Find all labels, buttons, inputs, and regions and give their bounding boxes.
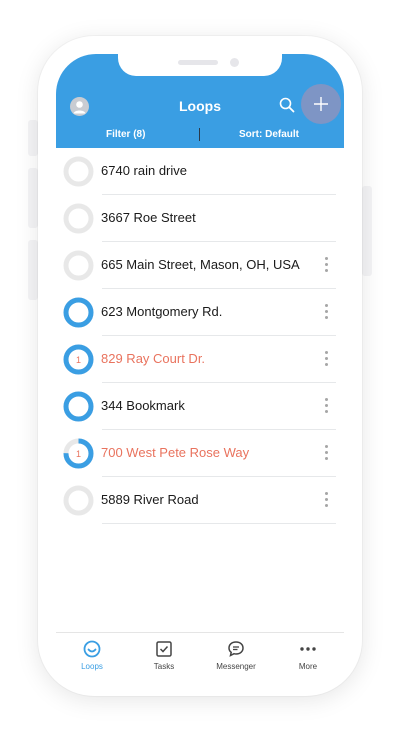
add-loop-button[interactable] (301, 84, 341, 124)
bottom-tab-bar: Loops Tasks Messenger More (56, 632, 344, 678)
loop-row[interactable]: 3667 Roe Street (56, 195, 344, 242)
loop-name: 700 West Pete Rose Way (101, 445, 250, 460)
front-camera (230, 58, 239, 67)
loop-name: 3667 Roe Street (101, 210, 196, 225)
more-options-icon[interactable] (322, 445, 330, 463)
loop-row[interactable]: 665 Main Street, Mason, OH, USA (56, 242, 344, 289)
app-screen: Loops Filter (8) Sort: Default 6740 rain… (56, 54, 344, 678)
loop-row[interactable]: 623 Montgomery Rd. (56, 289, 344, 336)
task-count-badge: 1 (76, 449, 81, 459)
tab-label: Messenger (216, 662, 256, 671)
toolbar-divider (199, 128, 200, 141)
tab-more[interactable]: More (272, 633, 344, 678)
progress-ring-icon (63, 297, 94, 328)
loop-row[interactable]: 1 700 West Pete Rose Way (56, 430, 344, 477)
device-side-button (28, 120, 38, 156)
loop-row[interactable]: 1 829 Ray Court Dr. (56, 336, 344, 383)
phone-frame: Loops Filter (8) Sort: Default 6740 rain… (38, 36, 362, 696)
tab-label: Loops (81, 662, 103, 671)
more-icon (298, 639, 318, 659)
tab-loops[interactable]: Loops (56, 633, 128, 678)
tab-label: Tasks (153, 662, 175, 671)
loop-name: 665 Main Street, Mason, OH, USA (101, 257, 300, 272)
task-count-badge: 1 (76, 355, 81, 365)
more-options-icon[interactable] (322, 398, 330, 416)
loop-row[interactable]: 5889 River Road (56, 477, 344, 524)
loop-row[interactable]: 6740 rain drive (56, 148, 344, 195)
speaker-grille (178, 60, 218, 65)
tab-messenger[interactable]: Messenger (200, 633, 272, 678)
messenger-icon (226, 639, 246, 659)
device-side-button (362, 186, 372, 276)
loop-name: 5889 River Road (101, 492, 199, 507)
tab-tasks[interactable]: Tasks (128, 633, 200, 678)
sort-button[interactable]: Sort: Default (239, 129, 299, 140)
loop-row[interactable]: 344 Bookmark (56, 383, 344, 430)
progress-ring-icon (63, 156, 94, 187)
progress-ring-icon: 1 (63, 438, 94, 469)
loop-name: 6740 rain drive (101, 163, 187, 178)
loop-name: 344 Bookmark (101, 398, 185, 413)
row-divider (102, 523, 336, 524)
filter-button[interactable]: Filter (8) (106, 129, 145, 140)
loop-name: 829 Ray Court Dr. (101, 351, 206, 366)
device-side-button (28, 168, 38, 228)
progress-ring-icon (63, 250, 94, 281)
tasks-icon (154, 639, 174, 659)
progress-ring-icon (63, 391, 94, 422)
tab-label: More (298, 662, 318, 671)
phone-notch (118, 54, 282, 76)
loops-icon (82, 639, 102, 659)
more-options-icon[interactable] (322, 351, 330, 369)
search-icon[interactable] (278, 96, 296, 114)
more-options-icon[interactable] (322, 492, 330, 510)
progress-ring-icon (63, 485, 94, 516)
loop-name: 623 Montgomery Rd. (101, 304, 223, 319)
device-side-button (28, 240, 38, 300)
progress-ring-icon: 1 (63, 344, 94, 375)
more-options-icon[interactable] (322, 304, 330, 322)
plus-icon (314, 97, 328, 111)
progress-ring-icon (63, 203, 94, 234)
more-options-icon[interactable] (322, 257, 330, 275)
